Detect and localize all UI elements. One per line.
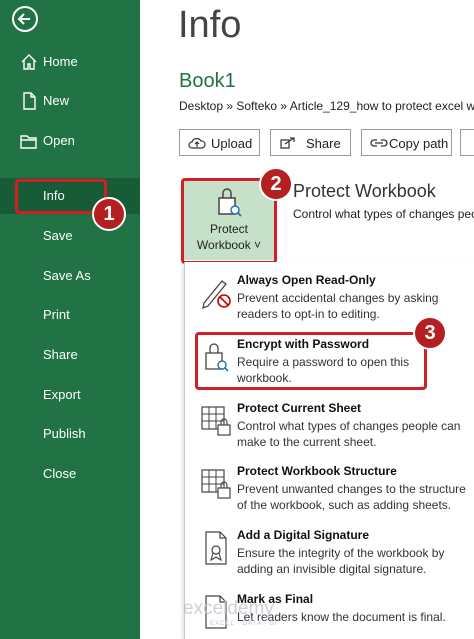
upload-button[interactable]: Upload: [179, 129, 260, 156]
nav-export-label: Export: [43, 387, 81, 402]
back-arrow-icon[interactable]: [12, 6, 38, 32]
protect-workbook-description: Control what types of changes peo: [293, 207, 474, 221]
nav-share-label: Share: [43, 347, 78, 362]
nav-publish-label: Publish: [43, 426, 86, 441]
nav-close[interactable]: Close: [0, 456, 140, 492]
menu-item-desc-1: Prevent unwanted changes to the structur…: [237, 482, 466, 496]
signature-document-icon: [205, 531, 227, 565]
protect-workbook-title: Protect Workbook: [293, 181, 436, 201]
nav-new[interactable]: New: [0, 83, 140, 119]
step-badge-3: 3: [413, 316, 447, 350]
watermark-tagline: EXCEL · DATA · BI: [210, 621, 278, 627]
nav-home[interactable]: Home: [0, 44, 140, 80]
share-label: Share: [306, 136, 341, 151]
pencil-blocked-icon: [202, 280, 231, 310]
workbook-name: Book1: [179, 70, 236, 92]
watermark-logo: exceldemy: [183, 598, 274, 619]
nav-share[interactable]: Share: [0, 337, 140, 373]
menu-item-desc-2: readers to opt-in to editing.: [237, 307, 380, 321]
menu-item-desc-1: Control what types of changes people can: [237, 419, 461, 433]
file-path: Desktop » Softeko » Article_129_how to p…: [179, 99, 474, 113]
new-document-icon: [23, 92, 36, 110]
nav-print[interactable]: Print: [0, 297, 140, 333]
backstage-sidebar: Home New Open Info Save Save As Print Sh…: [0, 0, 140, 639]
menu-item-title: Always Open Read-Only: [237, 273, 376, 287]
workbook-lock-icon: [201, 469, 231, 499]
nav-publish[interactable]: Publish: [0, 416, 140, 452]
copy-path-button[interactable]: Copy path: [361, 129, 452, 156]
menu-item-title: Protect Workbook Structure: [237, 464, 397, 478]
nav-save-as-label: Save As: [43, 268, 91, 283]
more-action-button[interactable]: [460, 129, 474, 156]
nav-open-label: Open: [43, 133, 75, 148]
menu-item-title: Add a Digital Signature: [237, 528, 370, 542]
share-icon: [280, 137, 295, 149]
upload-label: Upload: [211, 136, 253, 151]
step-badge-2: 2: [259, 167, 293, 201]
page-title: Info: [178, 4, 242, 46]
menu-item-desc-2: make to the current sheet.: [237, 435, 377, 449]
menu-item-desc-1: Ensure the integrity of the workbook by: [237, 546, 445, 560]
share-button[interactable]: Share: [270, 129, 351, 156]
folder-open-icon: [20, 135, 37, 149]
nav-open[interactable]: Open: [0, 123, 140, 159]
highlight-encrypt-with-password: [195, 332, 427, 390]
nav-save-as[interactable]: Save As: [0, 258, 140, 294]
nav-save-label: Save: [43, 228, 73, 243]
link-icon: [370, 139, 388, 147]
nav-new-label: New: [43, 93, 70, 108]
menu-item-title: Protect Current Sheet: [237, 401, 362, 415]
step-badge-1: 1: [92, 197, 126, 231]
copy-path-label: Copy path: [389, 136, 449, 151]
nav-print-label: Print: [43, 307, 70, 322]
home-icon: [21, 54, 37, 70]
menu-item-desc-2: of the workbook, such as adding sheets.: [237, 498, 452, 512]
menu-item-desc-1: Prevent accidental changes by asking: [237, 291, 439, 305]
sheet-lock-icon: [201, 406, 231, 436]
cloud-upload-icon: [188, 138, 206, 149]
nav-home-label: Home: [43, 54, 78, 69]
nav-export[interactable]: Export: [0, 377, 140, 413]
menu-item-desc-2: adding an invisible digital signature.: [237, 562, 427, 576]
nav-close-label: Close: [43, 466, 77, 481]
